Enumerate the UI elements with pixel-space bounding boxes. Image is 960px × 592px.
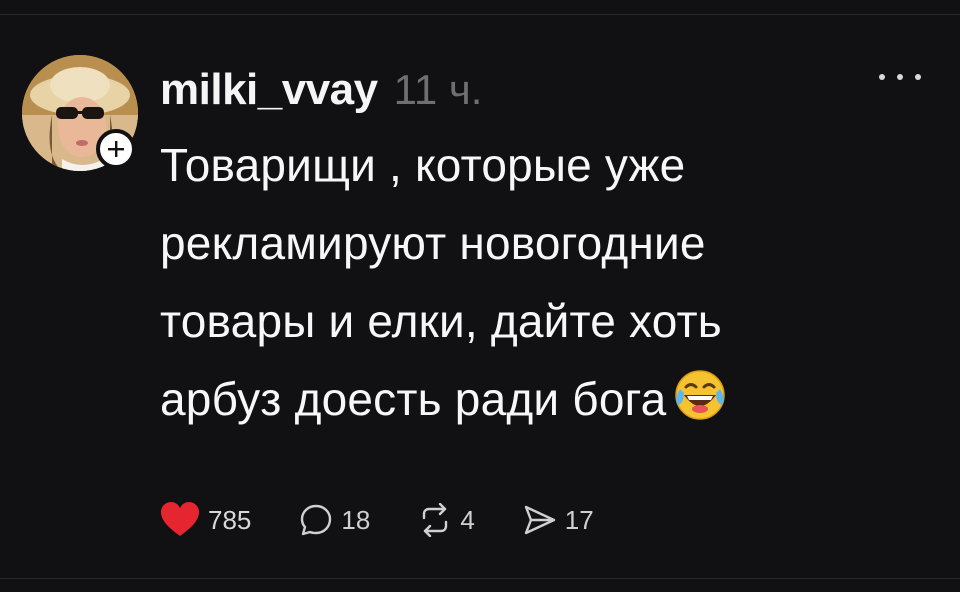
send-icon — [524, 505, 555, 535]
share-button[interactable]: 17 — [523, 500, 594, 540]
like-count: 785 — [208, 504, 252, 535]
follow-button[interactable] — [96, 129, 136, 169]
post-text: Товарищи , которые уже рекламируют новог… — [160, 126, 920, 444]
post-actions: 785 18 4 17 — [160, 500, 642, 540]
speech-bubble-icon — [301, 504, 332, 536]
repost-count: 4 — [460, 504, 475, 535]
more-dots-icon — [897, 74, 903, 80]
more-options-button[interactable] — [875, 62, 925, 92]
post-text-body: Товарищи , которые уже рекламируют новог… — [160, 139, 722, 425]
post-content: milki_vvay 11 ч. Товарищи , которые уже … — [160, 60, 920, 444]
like-button[interactable]: 785 — [160, 500, 251, 540]
more-dots-icon — [879, 74, 885, 80]
post-header: milki_vvay 11 ч. — [160, 60, 920, 120]
heart-icon — [161, 502, 199, 536]
post-card: milki_vvay 11 ч. Товарищи , которые уже … — [0, 0, 960, 592]
username-link[interactable]: milki_vvay — [160, 60, 378, 120]
more-dots-icon — [915, 74, 921, 80]
repost-arrows-icon — [423, 503, 448, 537]
reply-count: 18 — [341, 504, 371, 535]
reply-button[interactable]: 18 — [299, 500, 370, 540]
plus-icon — [108, 141, 124, 157]
timestamp: 11 ч. — [393, 66, 483, 113]
bottom-divider — [0, 578, 960, 579]
share-count: 17 — [564, 504, 594, 535]
face-with-tears-of-joy-icon — [674, 366, 726, 444]
repost-button[interactable]: 4 — [418, 500, 475, 540]
